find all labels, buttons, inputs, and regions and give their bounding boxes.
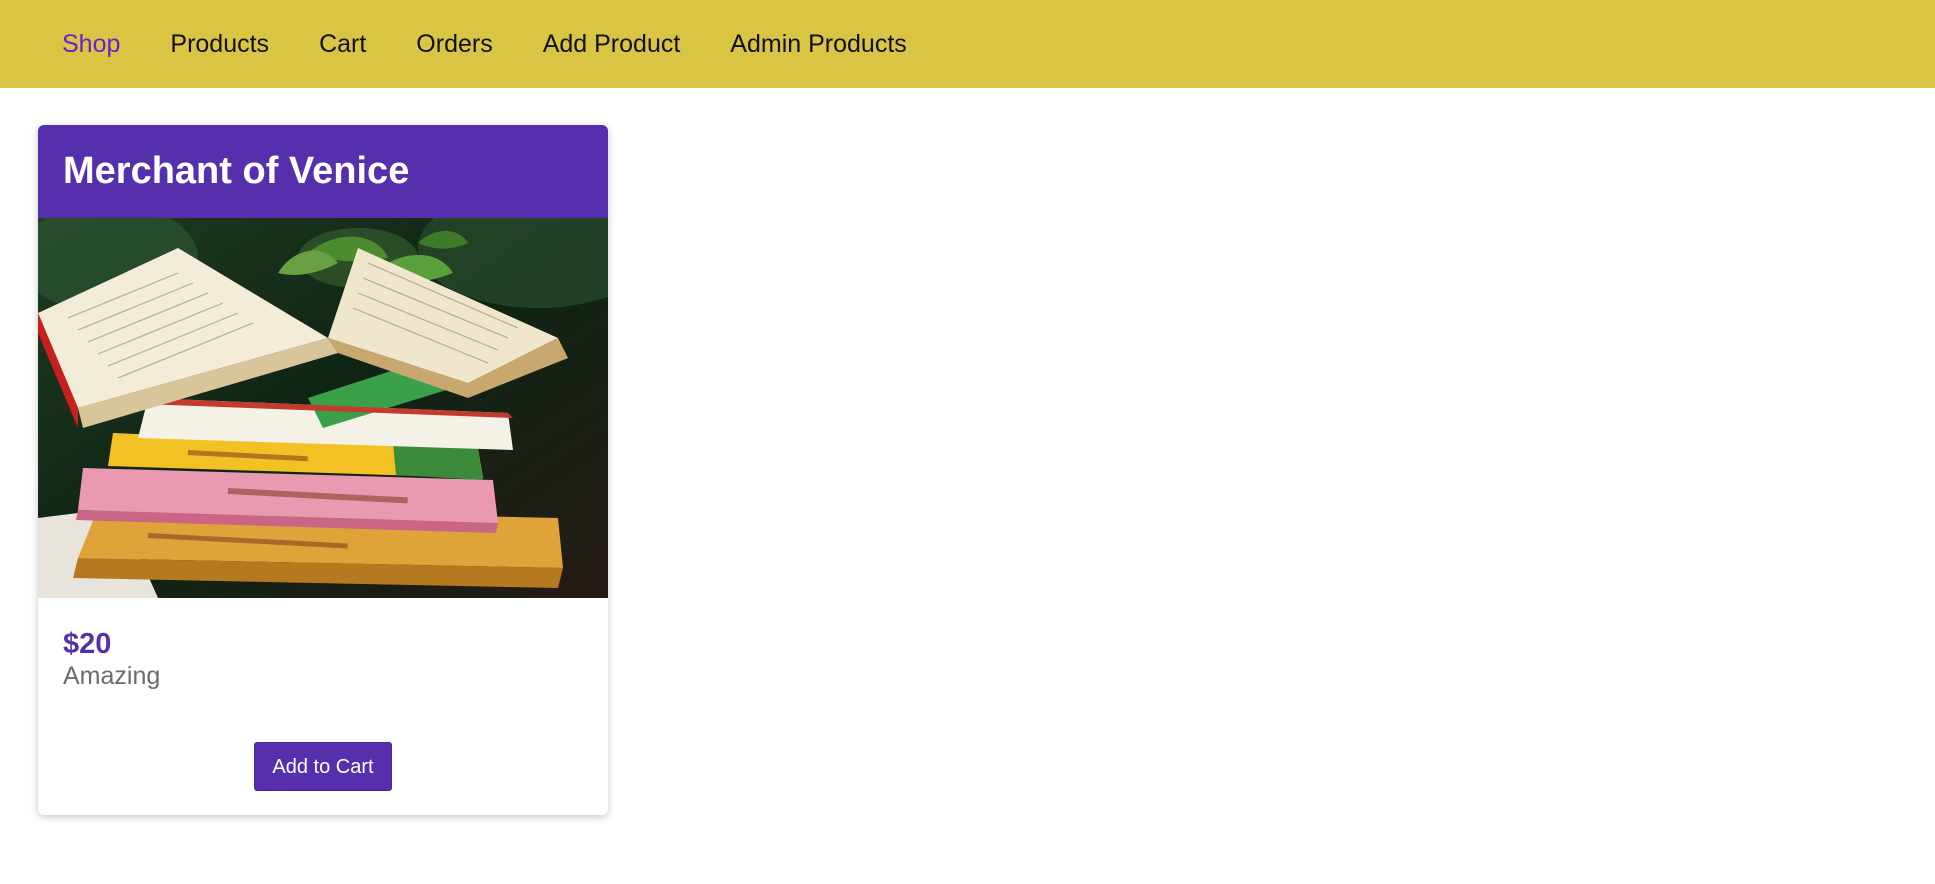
- nav-cart[interactable]: Cart: [319, 30, 366, 59]
- add-to-cart-button[interactable]: Add to Cart: [254, 742, 392, 791]
- nav-orders[interactable]: Orders: [416, 30, 492, 59]
- nav-products[interactable]: Products: [170, 30, 269, 59]
- product-title: Merchant of Venice: [63, 150, 410, 192]
- nav-shop[interactable]: Shop: [62, 30, 120, 59]
- product-card: Merchant of Venice $20 Amazing Add to Ca…: [38, 125, 608, 815]
- book-stack-image: [38, 218, 608, 598]
- main-header: Shop Products Cart Orders Add Product Ad…: [0, 0, 1935, 88]
- nav-add-product[interactable]: Add Product: [543, 30, 681, 59]
- product-card-actions: Add to Cart: [38, 742, 608, 791]
- product-card-body: $20 Amazing: [38, 598, 608, 692]
- nav-admin-products[interactable]: Admin Products: [730, 30, 906, 59]
- product-card-header: Merchant of Venice: [38, 125, 608, 218]
- product-description: Amazing: [63, 662, 161, 690]
- product-price: $20: [63, 628, 112, 660]
